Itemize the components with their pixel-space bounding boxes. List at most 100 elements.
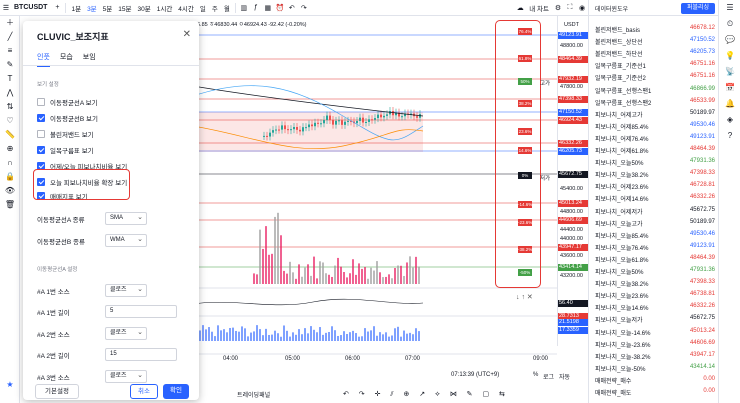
fib-tag: 76.4%	[518, 28, 532, 35]
source-select[interactable]: 클로즈	[105, 327, 147, 340]
candle	[326, 115, 328, 121]
star-icon[interactable]: ★	[0, 378, 20, 392]
idea-icon[interactable]: 💡	[719, 48, 740, 64]
calendar-icon[interactable]: 📅	[719, 80, 740, 96]
tf-3m[interactable]: 3분	[84, 3, 100, 13]
close-icon[interactable]: ✕	[183, 29, 191, 40]
checkbox-ma-b[interactable]: 이동평균선B 보기	[37, 113, 98, 123]
stream-icon[interactable]: 📡	[719, 64, 740, 80]
source-select[interactable]: 클로즈	[105, 284, 147, 297]
help-icon[interactable]: ?	[719, 128, 740, 144]
fullscreen-icon[interactable]: ⛶	[564, 4, 576, 12]
checkbox-box[interactable]	[37, 114, 45, 122]
price-label: 45013.24	[558, 200, 588, 207]
lock-icon[interactable]: 🔒	[0, 170, 20, 184]
length-input[interactable]: 5	[105, 305, 177, 318]
row-value: 50189.97	[689, 218, 715, 225]
trendline-icon[interactable]: ╱	[0, 30, 20, 44]
length-input[interactable]: 15	[105, 348, 177, 361]
fib-tag: 14.6%	[518, 147, 532, 154]
checkbox-ma-a[interactable]: 이동평균선A 보기	[37, 97, 98, 107]
ruler-icon[interactable]: 📏	[0, 128, 20, 142]
checkbox-ichimoku[interactable]: 일목구름표 보기	[37, 145, 94, 155]
camera-icon[interactable]: ◉	[576, 4, 588, 12]
candle	[401, 116, 403, 118]
layers-icon[interactable]: ◈	[719, 112, 740, 128]
candle-type-icon[interactable]: ▥	[238, 4, 250, 12]
tf-4h[interactable]: 4시간	[175, 3, 197, 13]
magnet-icon[interactable]: ∩	[0, 156, 20, 170]
histogram-bar	[205, 329, 207, 341]
cancel-button[interactable]: 취소	[130, 384, 158, 399]
ma-b-type-select[interactable]: WMA	[105, 234, 147, 247]
data-window-row: 일목구름표_선행스팬2 46533.99	[595, 98, 715, 108]
chat-icon[interactable]: 💬	[719, 32, 740, 48]
trash-icon[interactable]: 🗑	[0, 198, 20, 212]
symbol-label[interactable]: BTCUSDT	[12, 4, 51, 11]
volume-bar	[343, 272, 345, 284]
checkbox-box[interactable]	[37, 146, 45, 154]
volume-bar	[262, 248, 264, 284]
pattern-icon[interactable]: ⋀	[0, 86, 20, 100]
brush-icon[interactable]: ✎	[0, 58, 20, 72]
volume-bar	[292, 272, 294, 284]
data-window: 데이터윈도우 퍼블리싱 볼린저밴드_basis 46678.12 볼린저밴드_상단선…	[588, 0, 719, 403]
crosshair-icon[interactable]: ＋	[0, 16, 20, 30]
watchlist-icon[interactable]: ☰	[719, 0, 740, 16]
ma-a-type-select[interactable]: SMA	[105, 212, 147, 225]
row-value: 49123.91	[689, 133, 715, 140]
text-icon[interactable]: T	[0, 72, 20, 86]
price-axis[interactable]: USDT 49123.91 48800.00 48464.39 47932.19 478…	[557, 16, 588, 346]
layout-icon[interactable]: ▦	[262, 4, 274, 12]
ok-button[interactable]: 확인	[163, 384, 189, 399]
checkbox-box[interactable]	[37, 130, 45, 138]
chart-pane[interactable]: 6.85 ㅎ46830.44 ㅇ46924.43 -92.42 (-0.20%)…	[192, 16, 588, 388]
fib-icon[interactable]: ≡	[0, 44, 20, 58]
candle	[311, 124, 313, 127]
notification-icon[interactable]: 🔔	[719, 96, 740, 112]
histogram-bar	[259, 329, 261, 341]
histogram-bar	[217, 325, 219, 341]
prediction-icon[interactable]: ⇅	[0, 100, 20, 114]
ma-line	[192, 85, 424, 117]
row-name: 피보나치_어제23.6%	[595, 185, 649, 192]
publish-button[interactable]: 퍼블리싱	[681, 3, 715, 14]
checkbox-bollinger[interactable]: 볼린저밴드 보기	[37, 129, 94, 139]
tf-15m[interactable]: 15분	[115, 3, 134, 13]
histogram-bar	[406, 333, 408, 341]
zoom-icon[interactable]: ⊕	[0, 142, 20, 156]
alert-icon[interactable]: ⏰	[274, 4, 286, 12]
candle	[323, 120, 325, 124]
checkbox-box[interactable]	[37, 98, 45, 106]
save-chart-button[interactable]: 내 차트	[526, 3, 552, 13]
menu-icon[interactable]: ☰	[0, 4, 12, 12]
histogram-bar	[415, 328, 417, 341]
indicators-icon[interactable]: ƒ	[250, 4, 262, 11]
defaults-button[interactable]: 기본설정	[35, 384, 79, 399]
time-label: 07:00	[405, 356, 421, 362]
gear-icon[interactable]: ⚙	[552, 4, 564, 12]
price-label: 44800.00	[560, 209, 583, 215]
tf-1d[interactable]: 일	[197, 3, 209, 13]
add-symbol-icon[interactable]: +	[51, 4, 63, 11]
tf-1h[interactable]: 1시간	[154, 3, 176, 13]
eye-icon[interactable]: 👁	[0, 184, 20, 198]
tf-30m[interactable]: 30분	[135, 3, 154, 13]
scroll-arrows[interactable]: ↓ ↑ ✕	[516, 293, 533, 301]
row-value: 49123.91	[689, 242, 715, 249]
histogram-bar	[397, 326, 399, 341]
tf-5m[interactable]: 5분	[100, 3, 116, 13]
clock-icon[interactable]: ⏲	[719, 16, 740, 32]
cloud-icon[interactable]: ☁	[514, 4, 526, 12]
heart-icon[interactable]: ♡	[0, 114, 20, 128]
redo-icon[interactable]: ↷	[298, 4, 310, 12]
tf-1w[interactable]: 주	[209, 3, 221, 13]
row-value: 47398.33	[689, 170, 715, 177]
tf-1mo[interactable]: 월	[221, 3, 233, 13]
bottom-tools-icons[interactable]: ↶ ↷ ✛ ⫽ ⊕ ↗ ⟡ ⋈ ✎ ▢ ⇆	[343, 390, 509, 399]
source-select[interactable]: 클로즈	[105, 370, 147, 383]
undo-icon[interactable]: ↶	[286, 4, 298, 12]
tf-1m[interactable]: 1분	[68, 3, 84, 13]
trading-panel-tab[interactable]: 트레이딩패널	[237, 390, 270, 399]
price-label: 46924.43	[558, 117, 588, 124]
